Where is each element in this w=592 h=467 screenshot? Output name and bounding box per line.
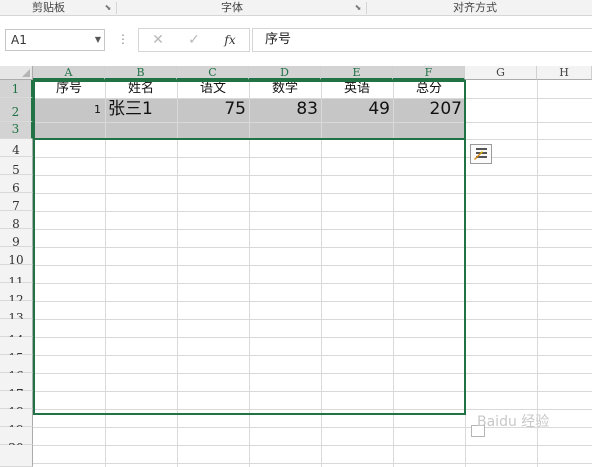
spreadsheet-grid[interactable]: A B C D E F G H 1 2 3 4 5 6 7 8 9 10 11 … (0, 66, 592, 467)
row-header-6[interactable]: 6 (0, 175, 33, 195)
ribbon-separator (366, 2, 367, 14)
ribbon-group-labels: 剪贴板 ⬊ 字体 ⬊ 对齐方式 (0, 0, 592, 16)
row-header-7[interactable]: 7 (0, 193, 33, 213)
row-header-5[interactable]: 5 (0, 157, 33, 177)
row-header-17[interactable]: 17 (0, 373, 33, 401)
quick-analysis-button[interactable] (470, 144, 492, 164)
row-header-20[interactable]: 20 (0, 427, 33, 455)
row-header-19[interactable]: 19 (0, 409, 33, 437)
row-header-13[interactable]: 13 (0, 301, 33, 325)
enter-icon[interactable]: ✓ (185, 31, 203, 49)
column-header-h[interactable]: H (537, 66, 592, 80)
row-header-16[interactable]: 16 (0, 355, 33, 383)
row-header-11[interactable]: 11 (0, 265, 33, 289)
baidu-watermark: Baidu 经验 (477, 414, 550, 430)
row-header-2[interactable]: 2 (0, 98, 33, 122)
font-launcher-icon[interactable]: ⬊ (354, 4, 362, 12)
paste-range-border (33, 80, 466, 415)
row-header-4[interactable]: 4 (0, 139, 33, 157)
row-header-3[interactable]: 3 (0, 122, 33, 139)
column-header-a[interactable]: A (33, 66, 105, 80)
gridline (33, 445, 592, 446)
row-header-18[interactable]: 18 (0, 391, 33, 419)
select-all-icon (22, 69, 30, 77)
ribbon-separator (116, 2, 117, 14)
row-header-9[interactable]: 9 (0, 229, 33, 249)
select-all-corner[interactable] (0, 66, 33, 80)
row-header-8[interactable]: 8 (0, 211, 33, 231)
formula-bar: A1 ▼ ⋮ ✕ ✓ fx 序号 (0, 16, 592, 66)
column-header-f[interactable]: F (393, 66, 465, 80)
name-box[interactable]: A1 ▼ (5, 29, 105, 51)
row-header-15[interactable]: 15 (0, 337, 33, 365)
column-header-g[interactable]: G (465, 66, 537, 80)
row-header-filler (0, 445, 33, 467)
alignment-group-label: 对齐方式 (453, 1, 497, 14)
row-header-12[interactable]: 12 (0, 283, 33, 307)
column-header-c[interactable]: C (177, 66, 249, 80)
cancel-icon[interactable]: ✕ (149, 31, 167, 49)
formula-bar-grip-icon[interactable]: ⋮ (117, 31, 129, 49)
quick-analysis-icon (474, 148, 487, 160)
insert-function-icon[interactable]: fx (221, 31, 239, 49)
gridline (33, 463, 592, 464)
row-header-1[interactable]: 1 (0, 80, 33, 98)
formula-input[interactable]: 序号 (252, 28, 592, 52)
row-header-10[interactable]: 10 (0, 247, 33, 267)
column-header-d[interactable]: D (249, 66, 321, 80)
clipboard-launcher-icon[interactable]: ⬊ (104, 4, 112, 12)
row-header-14[interactable]: 14 (0, 319, 33, 347)
column-header-b[interactable]: B (105, 66, 177, 80)
chevron-down-icon[interactable]: ▼ (95, 30, 101, 50)
formula-buttons: ✕ ✓ fx (138, 28, 250, 52)
clipboard-group-label: 剪贴板 (32, 1, 65, 14)
name-box-value: A1 (11, 33, 27, 47)
column-header-e[interactable]: E (321, 66, 393, 80)
font-group-label: 字体 (221, 1, 243, 14)
